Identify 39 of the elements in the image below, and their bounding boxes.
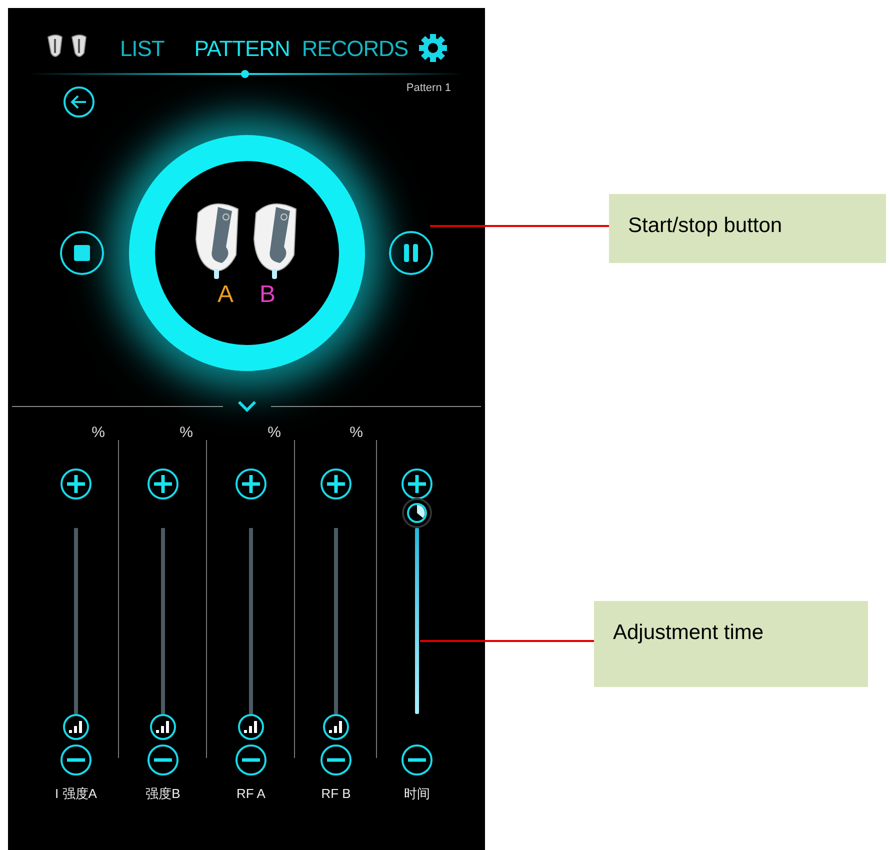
slider-label: I 强度A <box>55 785 97 803</box>
percent-unit: % <box>268 423 281 443</box>
slider-label: RF A <box>236 785 266 803</box>
signal-bars-icon <box>244 721 258 733</box>
percent-unit: % <box>180 423 193 443</box>
plus-button[interactable] <box>60 468 92 500</box>
signal-bars-icon <box>156 721 170 733</box>
settings-icon[interactable] <box>418 33 448 63</box>
minus-button[interactable] <box>147 744 179 776</box>
stop-button[interactable] <box>60 231 104 275</box>
nav-tab[interactable]: LIST <box>120 32 164 64</box>
minus-button[interactable] <box>235 744 267 776</box>
collapse-chevron-icon[interactable] <box>236 400 256 412</box>
pause-icon <box>404 244 418 262</box>
plus-button[interactable] <box>235 468 267 500</box>
plus-button[interactable] <box>320 468 352 500</box>
channel-letter: A <box>217 283 234 307</box>
slider-label: RF B <box>321 785 351 803</box>
percent-unit: % <box>350 423 363 443</box>
slider-label: 时间 <box>404 785 430 803</box>
slider-label: 强度B <box>146 785 180 803</box>
plus-button[interactable] <box>147 468 179 500</box>
nav-tab[interactable]: PATTERN <box>194 32 290 64</box>
slider-thumb[interactable] <box>402 498 432 528</box>
plus-button[interactable] <box>401 468 433 500</box>
stop-icon <box>74 245 90 261</box>
minus-button[interactable] <box>320 744 352 776</box>
minus-button[interactable] <box>60 744 92 776</box>
percent-unit: % <box>92 423 105 443</box>
nav-tab[interactable]: RECORDS <box>302 32 408 64</box>
signal-bars-icon <box>329 721 343 733</box>
minus-button[interactable] <box>401 744 433 776</box>
callout-label: Adjustment time <box>594 601 868 687</box>
channel-letter: B <box>260 283 276 307</box>
signal-bars-icon <box>69 721 83 733</box>
clock-icon <box>407 503 427 523</box>
callout-label: Start/stop button <box>609 194 886 263</box>
pattern-name: Pattern 1 <box>406 81 451 96</box>
pause-button[interactable] <box>389 231 433 275</box>
